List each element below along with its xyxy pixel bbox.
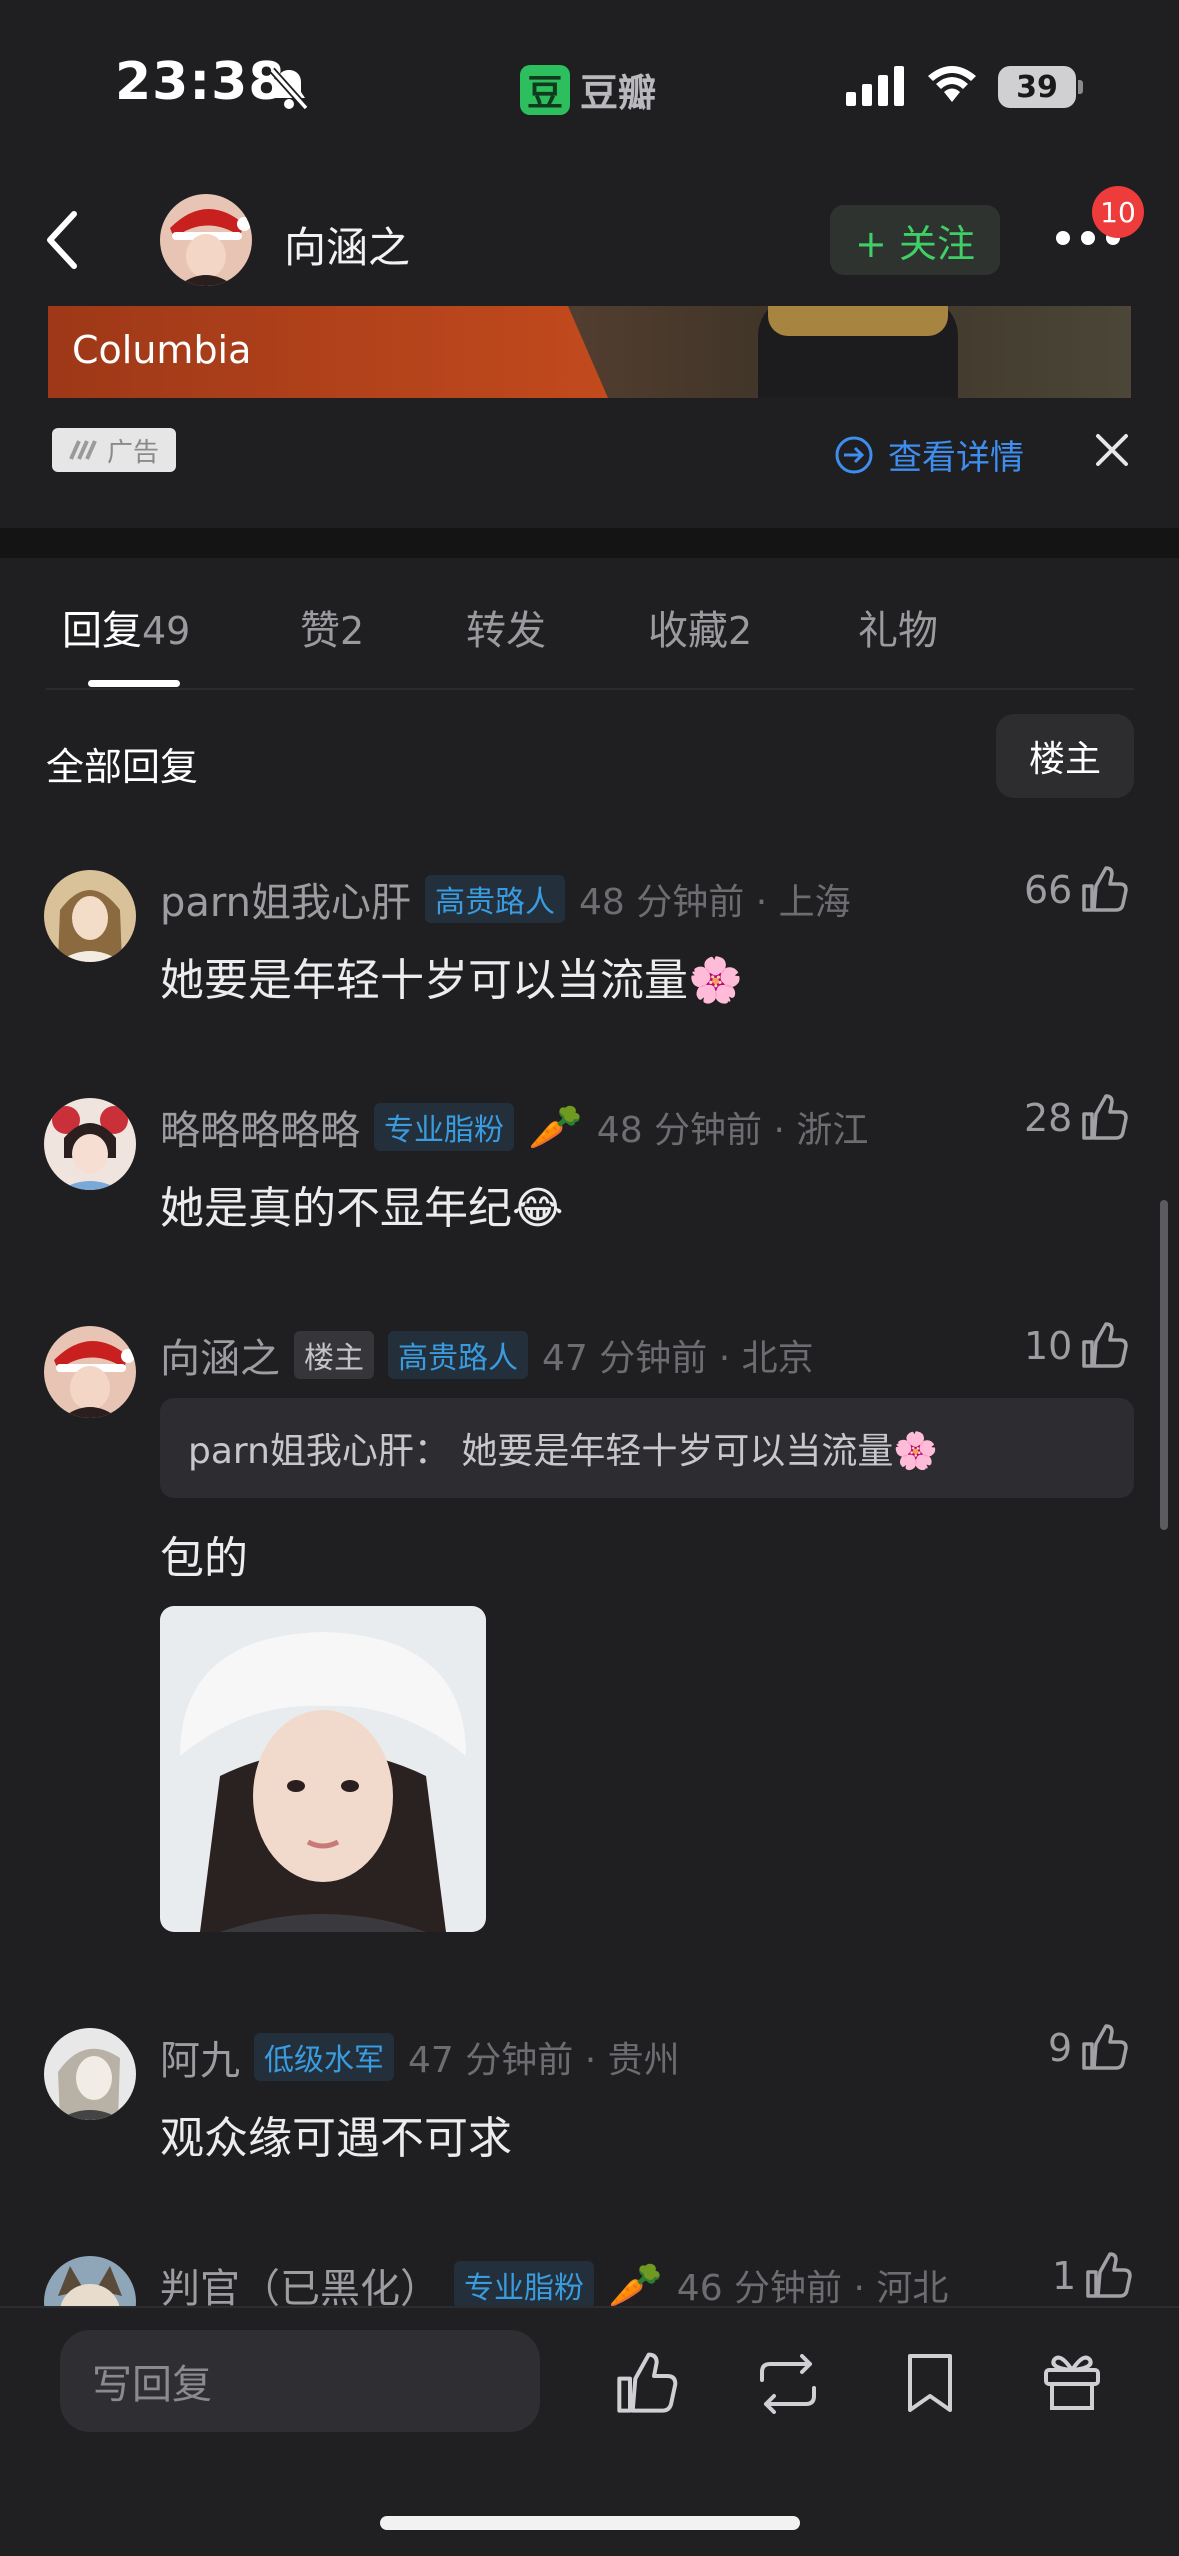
like-count: 66 — [1024, 868, 1073, 912]
ad-label-text: 广告 — [106, 437, 159, 468]
ad-label: 广告 — [52, 428, 176, 472]
like-count: 28 — [1024, 1096, 1073, 1140]
tab-label: 礼物 — [858, 608, 938, 654]
quoted-reply[interactable]: parn姐我心肝： 她要是年轻十岁可以当流量🌸 — [160, 1398, 1134, 1498]
comment-header: parn姐我心肝 高贵路人 48 分钟前 · 上海 — [160, 870, 851, 928]
comment-header: 略略略略略 专业脂粉 🥕 48 分钟前 · 浙江 — [160, 1098, 868, 1156]
user-badge: 专业脂粉 — [374, 1103, 514, 1151]
reply-input[interactable]: 写回复 — [60, 2330, 540, 2432]
app-indicator: 豆 豆瓣 — [520, 62, 656, 117]
ad-brand-name: Columbia — [72, 328, 252, 372]
tab-collects[interactable]: 收藏2 — [648, 598, 752, 656]
arrow-circle-icon — [835, 436, 873, 473]
douban-logo-icon: 豆 — [520, 64, 570, 115]
op-only-filter-button[interactable]: 楼主 — [996, 714, 1134, 798]
tab-count: 2 — [340, 609, 365, 653]
carrot-icon: 🥕 — [608, 2260, 663, 2311]
op-badge: 楼主 — [294, 1331, 374, 1379]
user-badge: 高贵路人 — [388, 1331, 528, 1379]
author-avatar[interactable] — [160, 194, 252, 286]
tab-count: 49 — [142, 609, 191, 653]
tab-gifts[interactable]: 礼物 — [858, 598, 938, 656]
thumbs-up-icon — [1082, 2024, 1128, 2070]
user-badge: 高贵路人 — [425, 875, 565, 923]
close-icon[interactable] — [1094, 432, 1130, 472]
avatar[interactable] — [44, 1326, 136, 1418]
avatar[interactable] — [44, 2028, 136, 2120]
battery-indicator: 39 — [998, 66, 1076, 108]
comment-meta: 48 分钟前 · 浙江 — [596, 1110, 869, 1151]
thumbs-up-icon — [1082, 1094, 1129, 1140]
scrollbar[interactable] — [1160, 1200, 1168, 1530]
notification-badge: 10 — [1092, 186, 1144, 238]
user-badge: 低级水军 — [254, 2033, 394, 2081]
tab-label: 转发 — [466, 608, 546, 654]
follow-button[interactable]: + 关注 — [830, 205, 1000, 275]
carrot-icon: 🥕 — [528, 1102, 583, 1153]
tab-replies[interactable]: 回复49 — [62, 598, 190, 656]
like-post-icon[interactable] — [614, 2352, 678, 2420]
comment-meta: 46 分钟前 · 河北 — [676, 2268, 949, 2309]
section-divider — [0, 528, 1179, 558]
avatar[interactable] — [44, 870, 136, 962]
thumbs-up-icon — [1082, 866, 1129, 912]
thumbs-up-icon — [1086, 2252, 1132, 2298]
reply-image[interactable] — [160, 1606, 486, 1932]
comment-text: 她要是年轻十岁可以当流量🌸 — [160, 955, 743, 1006]
comment-text: 观众缘可遇不可求 — [160, 2113, 512, 2164]
back-chevron-icon[interactable] — [44, 210, 80, 274]
ad-banner[interactable]: Columbia — [48, 306, 1131, 398]
comment-meta: 48 分钟前 · 上海 — [579, 882, 851, 923]
bookmark-icon[interactable] — [904, 2352, 956, 2418]
like-button[interactable]: 10 — [1024, 1322, 1129, 1370]
battery-tip — [1078, 80, 1083, 94]
avatar[interactable] — [44, 1098, 136, 1190]
tab-active-indicator — [88, 680, 180, 687]
home-indicator[interactable] — [380, 2516, 800, 2530]
comment-text: 她是真的不显年纪😂 — [160, 1183, 564, 1234]
user-badge: 专业脂粉 — [454, 2261, 594, 2309]
comment-author[interactable]: parn姐我心肝 — [160, 870, 411, 928]
comment-author[interactable]: 向涵之 — [160, 1326, 280, 1384]
comment-text: 包的 — [160, 1533, 248, 1584]
bell-muted-icon — [268, 66, 310, 116]
tab-divider — [46, 688, 1134, 690]
all-replies-label: 全部回复 — [46, 745, 199, 789]
like-button[interactable]: 1 — [1052, 2252, 1132, 2300]
comment-header: 向涵之 楼主 高贵路人 47 分钟前 · 北京 — [160, 1326, 814, 1384]
tab-label: 回复 — [62, 608, 142, 654]
like-count: 1 — [1052, 2254, 1077, 2298]
comment-author[interactable]: 略略略略略 — [160, 1098, 360, 1156]
app-name: 豆瓣 — [580, 71, 657, 115]
comment-header: 阿九 低级水军 47 分钟前 · 贵州 — [160, 2028, 680, 2086]
comment-meta: 47 分钟前 · 贵州 — [408, 2040, 680, 2081]
cellular-signal-icon — [846, 66, 908, 110]
wifi-icon — [926, 64, 978, 108]
ad-slash-icon — [69, 440, 97, 460]
comment-meta: 47 分钟前 · 北京 — [542, 1338, 814, 1379]
status-time: 23:38 — [115, 52, 286, 112]
author-name[interactable]: 向涵之 — [284, 214, 410, 275]
like-button[interactable]: 66 — [1024, 866, 1129, 914]
ad-photo-jacket — [768, 306, 948, 336]
ad-detail-label: 查看详情 — [888, 438, 1024, 478]
like-button[interactable]: 9 — [1048, 2024, 1128, 2072]
gift-icon[interactable] — [1042, 2350, 1102, 2418]
tab-likes[interactable]: 赞2 — [300, 598, 364, 656]
like-count: 9 — [1048, 2026, 1073, 2070]
like-count: 10 — [1024, 1324, 1073, 1368]
comment-author[interactable]: 阿九 — [160, 2028, 240, 2086]
like-button[interactable]: 28 — [1024, 1094, 1129, 1142]
tab-label: 收藏 — [648, 608, 728, 654]
tab-label: 赞 — [300, 608, 340, 654]
tab-count: 2 — [728, 609, 753, 653]
tab-reposts[interactable]: 转发 — [466, 598, 546, 656]
thumbs-up-icon — [1082, 1322, 1129, 1368]
repost-icon[interactable] — [754, 2354, 822, 2418]
ad-detail-link[interactable]: 查看详情 — [834, 430, 1024, 479]
